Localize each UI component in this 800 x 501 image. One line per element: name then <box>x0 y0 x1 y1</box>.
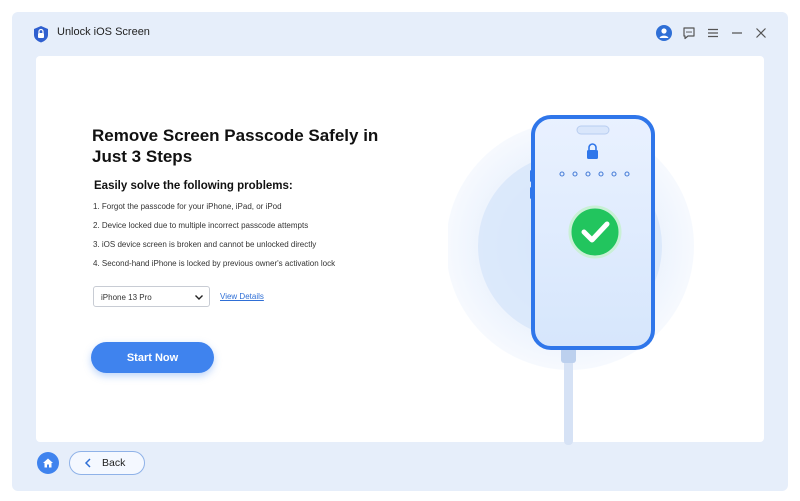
charging-cable <box>564 355 573 445</box>
problems-list: 1. Forgot the passcode for your iPhone, … <box>93 201 335 277</box>
view-details-link[interactable]: View Details <box>220 292 264 301</box>
start-now-button[interactable]: Start Now <box>91 342 214 373</box>
phone-unlock-illustration <box>448 115 694 445</box>
problem-item: 4. Second-hand iPhone is locked by previ… <box>93 259 336 268</box>
app-title: Unlock iOS Screen <box>57 26 150 38</box>
problem-item: 2. Device locked due to multiple incorre… <box>93 221 309 230</box>
app-window: Unlock iOS Screen Remove Screen Passcode… <box>12 12 788 491</box>
back-button[interactable]: Back <box>69 451 145 475</box>
phone-notch <box>576 125 610 135</box>
feedback-button[interactable] <box>680 24 698 42</box>
check-circle-icon <box>568 205 622 259</box>
minimize-button[interactable] <box>728 24 746 42</box>
problems-heading: Easily solve the following problems: <box>94 180 293 192</box>
account-button[interactable] <box>655 24 673 42</box>
home-button[interactable] <box>37 452 59 474</box>
chat-icon <box>683 27 695 40</box>
home-icon <box>43 458 53 468</box>
problem-item: 1. Forgot the passcode for your iPhone, … <box>93 202 282 211</box>
problem-item: 3. iOS device screen is broken and canno… <box>93 240 317 249</box>
device-model-value: iPhone 13 Pro <box>101 293 152 302</box>
menu-icon <box>708 28 718 38</box>
title-bar: Unlock iOS Screen <box>12 12 788 54</box>
main-panel: Remove Screen Passcode Safely in Just 3 … <box>36 56 764 445</box>
chevron-down-icon <box>195 295 203 300</box>
app-logo <box>34 26 48 43</box>
close-button[interactable] <box>752 24 770 42</box>
menu-button[interactable] <box>704 24 722 42</box>
page-title: Remove Screen Passcode Safely in Just 3 … <box>92 126 379 166</box>
minimize-icon <box>732 32 742 34</box>
user-icon <box>656 25 672 41</box>
device-model-select[interactable]: iPhone 13 Pro <box>93 286 210 307</box>
back-label: Back <box>102 457 126 469</box>
chevron-left-icon <box>84 458 91 468</box>
close-icon <box>756 28 766 38</box>
